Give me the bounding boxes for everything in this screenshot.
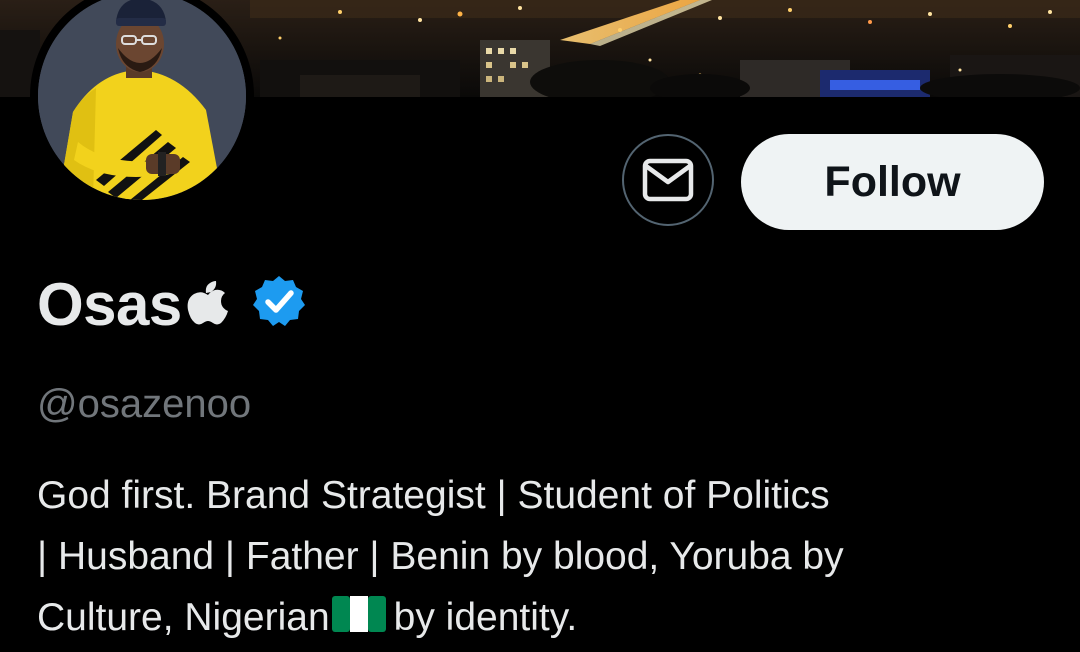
- bio-line-3: Culture, Nigerian by identity.: [37, 587, 1037, 652]
- profile-photo: [38, 0, 246, 200]
- bio-text-segment: Culture, Nigerian: [37, 596, 330, 639]
- bio-text-segment: by identity.: [393, 596, 578, 639]
- verified-badge-icon[interactable]: [252, 274, 306, 333]
- apple-logo-icon: [186, 277, 230, 330]
- follow-button[interactable]: Follow: [741, 134, 1044, 230]
- display-name: Osas: [37, 271, 182, 338]
- avatar[interactable]: [38, 0, 246, 200]
- bio-line: God first. Brand Strategist | Student of…: [37, 474, 830, 517]
- follow-button-label: Follow: [824, 157, 961, 206]
- profile-name-row: Osas: [37, 270, 306, 340]
- bio-line: | Husband | Father | Benin by blood, Yor…: [37, 535, 844, 578]
- envelope-icon: [642, 158, 694, 202]
- nigeria-flag-icon: [331, 591, 386, 652]
- message-button[interactable]: [622, 134, 714, 226]
- profile-handle: @osazenoo: [37, 382, 252, 426]
- profile-bio: God first. Brand Strategist | Student of…: [37, 465, 1037, 652]
